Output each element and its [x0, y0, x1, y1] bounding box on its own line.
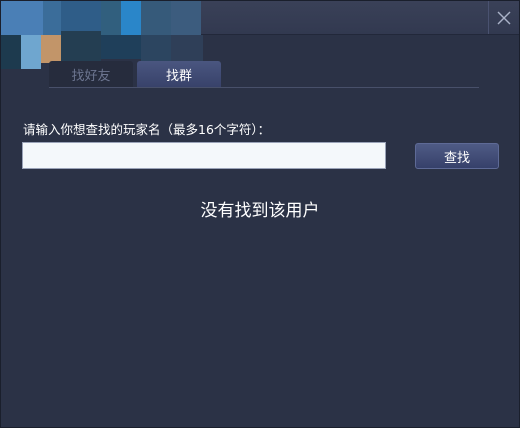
tab-label: 找好友 — [71, 68, 111, 84]
tab-find-group[interactable]: 找群 — [137, 61, 221, 87]
search-button[interactable]: 查找 — [415, 143, 499, 169]
tab-find-friend[interactable]: 找好友 — [49, 61, 133, 87]
tab-label: 找群 — [165, 68, 192, 84]
pixelated-avatar-image — [1, 1, 211, 69]
search-button-label: 查找 — [443, 150, 470, 166]
result-message: 没有找到该用户 — [200, 201, 320, 221]
tab-divider — [49, 87, 479, 88]
close-icon — [497, 11, 511, 24]
close-button[interactable] — [488, 1, 519, 34]
player-name-prompt: 请输入你想查找的玩家名（最多16个字符）： — [23, 122, 271, 137]
player-name-input[interactable] — [22, 142, 386, 169]
find-dialog: 找好友 找群 请输入你想查找的玩家名（最多16个字符）： 查找 没有找到该用户 — [0, 0, 520, 428]
